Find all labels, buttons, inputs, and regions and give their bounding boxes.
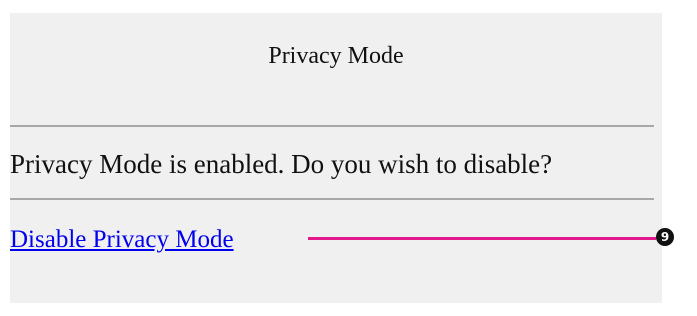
status-message: Privacy Mode is enabled. Do you wish to … [10, 149, 553, 179]
page: Privacy Mode Privacy Mode is enabled. Do… [0, 0, 697, 316]
divider-top [10, 125, 654, 127]
page-title: Privacy Mode [268, 43, 404, 69]
disable-privacy-mode-link[interactable]: Disable Privacy Mode [10, 224, 234, 256]
divider-bottom [10, 198, 654, 200]
privacy-mode-panel: Privacy Mode Privacy Mode is enabled. Do… [10, 13, 662, 303]
callout-number-badge: 9 [656, 228, 674, 246]
callout-leader-line [308, 237, 656, 240]
